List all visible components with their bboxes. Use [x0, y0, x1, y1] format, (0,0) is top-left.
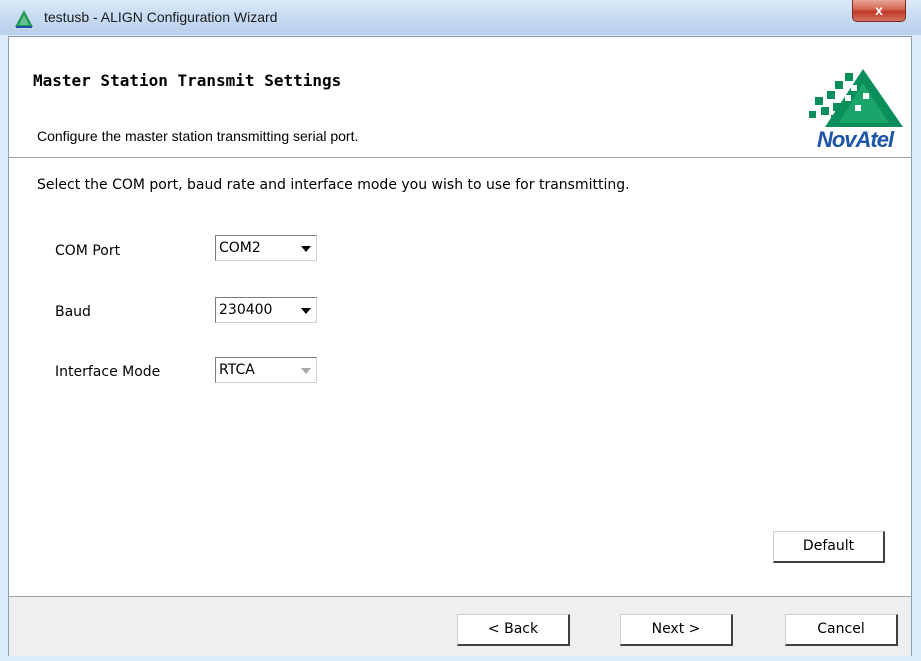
page-title: Master Station Transmit Settings [33, 71, 342, 90]
interface-mode-label: Interface Mode [55, 364, 161, 380]
interface-mode-select: RTCA [215, 357, 317, 383]
baud-label: Baud [55, 304, 91, 320]
com-port-value: COM2 [219, 240, 261, 256]
cancel-button[interactable]: Cancel [785, 614, 898, 646]
logo-mark-icon [809, 69, 903, 127]
baud-select[interactable]: 230400 [215, 297, 317, 323]
chevron-down-icon[interactable] [297, 238, 314, 258]
wizard-header: Master Station Transmit Settings Configu… [9, 37, 911, 158]
wizard-client: Master Station Transmit Settings Configu… [8, 36, 912, 656]
page-subtitle: Configure the master station transmittin… [37, 128, 359, 144]
chevron-down-icon [297, 360, 314, 380]
back-button[interactable]: < Back [457, 614, 570, 646]
wizard-footer: < Back Next > Cancel [9, 596, 911, 656]
wizard-window: testusb - ALIGN Configuration Wizard x M… [0, 0, 921, 661]
logo-wordmark: NovAtel [816, 127, 894, 152]
com-port-select[interactable]: COM2 [215, 235, 317, 261]
close-button[interactable]: x [852, 0, 906, 22]
novatel-logo: NovAtel [805, 67, 905, 153]
app-icon [15, 10, 33, 28]
com-port-label: COM Port [55, 243, 121, 259]
window-title: testusb - ALIGN Configuration Wizard [44, 9, 278, 25]
chevron-down-icon[interactable] [297, 300, 314, 320]
interface-mode-value: RTCA [219, 362, 255, 378]
title-bar[interactable]: testusb - ALIGN Configuration Wizard x [0, 0, 921, 35]
next-button[interactable]: Next > [620, 614, 733, 646]
instruction-text: Select the COM port, baud rate and inter… [37, 177, 630, 193]
settings-panel: Select the COM port, baud rate and inter… [9, 158, 911, 596]
baud-value: 230400 [219, 302, 273, 318]
default-button[interactable]: Default [773, 531, 885, 563]
